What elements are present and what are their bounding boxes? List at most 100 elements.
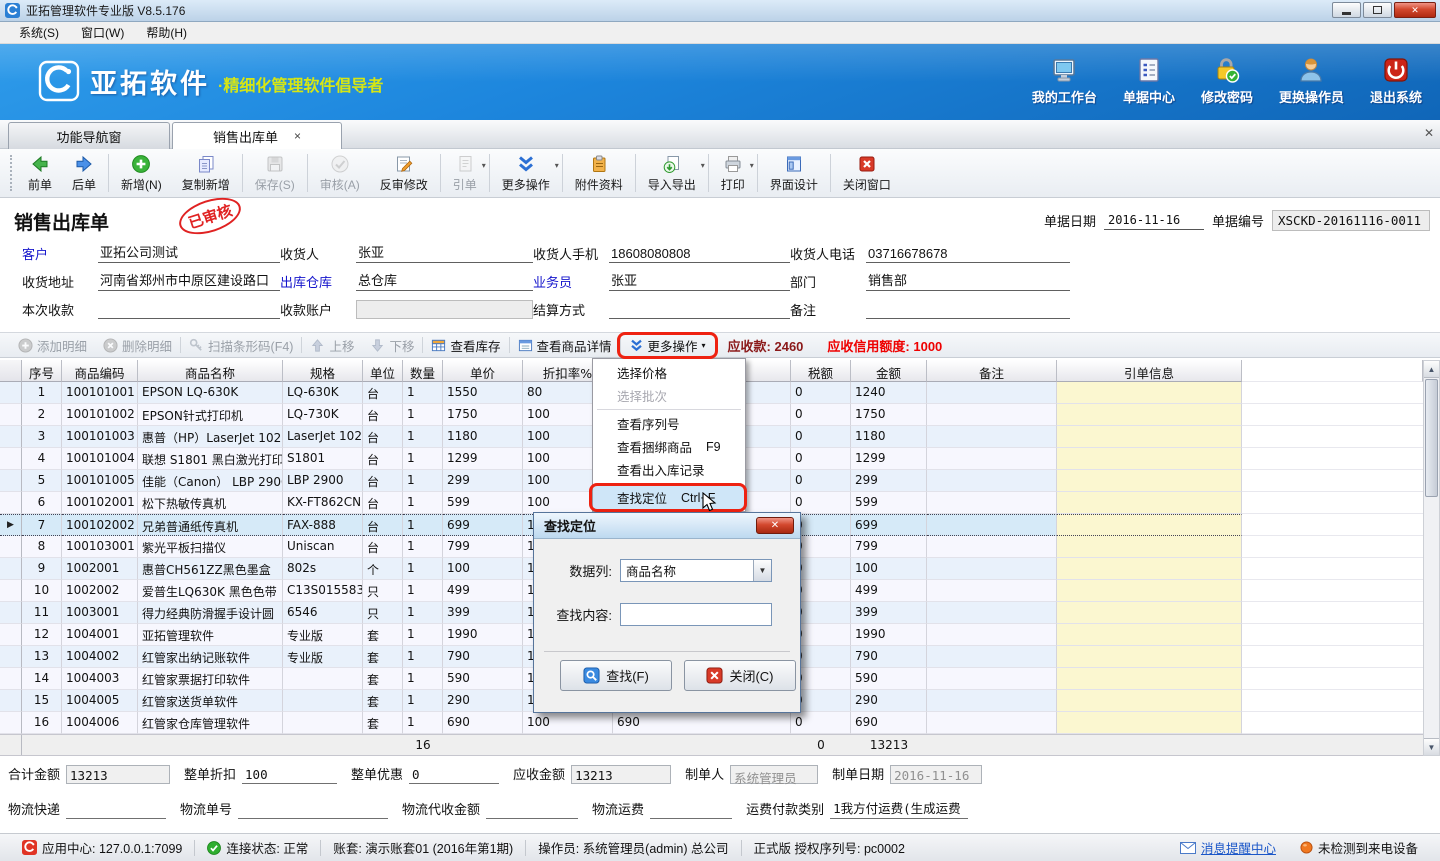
footer-field[interactable]: 100 bbox=[242, 767, 337, 784]
form-field-1-3[interactable]: 销售部 bbox=[866, 270, 1070, 291]
column-header-4[interactable]: 单位 bbox=[363, 360, 403, 382]
menu-item-5[interactable]: 查找定位Ctrl+F bbox=[593, 486, 745, 509]
menu-item-2[interactable]: 查看序列号 bbox=[593, 412, 745, 435]
form-field-1-0[interactable]: 河南省郑州市中原区建设路口 bbox=[98, 270, 280, 291]
footer-field[interactable] bbox=[238, 803, 388, 819]
dropdown-caret-icon[interactable]: ▾ bbox=[482, 161, 486, 170]
row-selector[interactable]: ▶ bbox=[0, 514, 22, 536]
menu-item-2[interactable]: 帮助(H) bbox=[137, 22, 196, 43]
form-label-1-2[interactable]: 业务员 bbox=[533, 272, 603, 291]
toolbar-closewin-button[interactable]: 关闭窗口 bbox=[833, 149, 901, 197]
row-selector[interactable] bbox=[0, 426, 22, 448]
form-label-0-0[interactable]: 客户 bbox=[22, 244, 92, 263]
detail-detail-button[interactable]: 查看商品详情 bbox=[510, 336, 620, 355]
row-selector[interactable] bbox=[0, 404, 22, 426]
footer-field[interactable]: 0 bbox=[409, 767, 499, 784]
menu-item-3[interactable]: 查看捆绑商品F9 bbox=[593, 435, 745, 458]
row-selector[interactable] bbox=[0, 712, 22, 734]
banner-action-0[interactable]: 我的工作台 bbox=[1032, 56, 1097, 106]
banner-action-2[interactable]: 修改密码 bbox=[1201, 56, 1253, 106]
footer-field[interactable] bbox=[650, 803, 732, 819]
row-selector[interactable] bbox=[0, 646, 22, 668]
table-scrollbar[interactable]: ▲ ▼ bbox=[1423, 360, 1440, 756]
footer-field[interactable]: 2016-11-16 bbox=[890, 765, 982, 784]
form-field-0-1[interactable]: 张亚 bbox=[356, 242, 533, 263]
find-button[interactable]: 查找(F) bbox=[560, 660, 672, 691]
dialog-close-button[interactable]: ✕ bbox=[756, 517, 794, 534]
column-header-11[interactable]: 备注 bbox=[927, 360, 1057, 382]
banner-action-1[interactable]: 单据中心 bbox=[1123, 56, 1175, 106]
toolbar-print-button[interactable]: 打印▾ bbox=[711, 149, 755, 197]
form-field-2-1[interactable] bbox=[356, 300, 533, 319]
footer-field[interactable]: 系统管理员 bbox=[730, 765, 818, 784]
detail-more-button[interactable]: 更多操作▾ bbox=[621, 336, 714, 355]
toolbar-attach-button[interactable]: 附件资料 bbox=[565, 149, 633, 197]
scroll-down-icon[interactable]: ▼ bbox=[1424, 738, 1439, 755]
banner-action-4[interactable]: 退出系统 bbox=[1370, 56, 1422, 106]
form-field-0-0[interactable]: 亚拓公司测试 bbox=[98, 242, 280, 263]
column-header-6[interactable]: 单价 bbox=[443, 360, 523, 382]
dropdown-caret-icon[interactable]: ▾ bbox=[750, 161, 754, 170]
menu-item-0[interactable]: 系统(S) bbox=[10, 22, 68, 43]
row-selector[interactable] bbox=[0, 492, 22, 514]
footer-field[interactable] bbox=[66, 803, 166, 819]
form-field-0-2[interactable]: 18608080808 bbox=[609, 246, 790, 263]
row-selector[interactable] bbox=[0, 536, 22, 558]
form-label-1-1[interactable]: 出库仓库 bbox=[280, 272, 350, 291]
column-header-0[interactable]: 序号 bbox=[22, 360, 62, 382]
row-selector[interactable] bbox=[0, 382, 22, 404]
row-selector[interactable] bbox=[0, 470, 22, 492]
form-field-1-2[interactable]: 张亚 bbox=[609, 270, 790, 291]
column-header-1[interactable]: 商品编码 bbox=[62, 360, 138, 382]
toolbar-uidesign-button[interactable]: 界面设计 bbox=[760, 149, 828, 197]
dialog-titlebar[interactable]: 查找定位 ✕ bbox=[534, 513, 800, 539]
dropdown-caret-icon[interactable]: ▾ bbox=[702, 341, 706, 350]
menu-item-0[interactable]: 选择价格 bbox=[593, 361, 745, 384]
tab-close-icon[interactable]: × bbox=[294, 129, 301, 143]
footer-field[interactable]: 13213 bbox=[66, 765, 170, 784]
menu-item-4[interactable]: 查看出入库记录 bbox=[593, 458, 745, 481]
row-selector[interactable] bbox=[0, 448, 22, 470]
column-header-2[interactable]: 商品名称 bbox=[138, 360, 283, 382]
dropdown-caret-icon[interactable]: ▾ bbox=[701, 161, 705, 170]
toolbar-add-button[interactable]: 新增(N) bbox=[111, 149, 172, 197]
row-selector[interactable] bbox=[0, 624, 22, 646]
form-field-0-3[interactable]: 03716678678 bbox=[866, 246, 1070, 263]
row-selector[interactable] bbox=[0, 558, 22, 580]
scroll-thumb[interactable] bbox=[1425, 379, 1438, 497]
footer-field[interactable]: 1我方付运费(生成运费 bbox=[830, 798, 968, 819]
row-selector[interactable] bbox=[0, 690, 22, 712]
minimize-button[interactable] bbox=[1332, 2, 1361, 18]
column-header-5[interactable]: 数量 bbox=[403, 360, 443, 382]
row-selector[interactable] bbox=[0, 580, 22, 602]
column-header-10[interactable]: 金额 bbox=[851, 360, 927, 382]
toolbar-more-button[interactable]: 更多操作▾ bbox=[492, 149, 560, 197]
find-content-input[interactable] bbox=[620, 603, 772, 626]
tabstrip-close-icon[interactable]: ✕ bbox=[1424, 126, 1434, 140]
toolbar-copyadd-button[interactable]: 复制新增 bbox=[172, 149, 240, 197]
table-row[interactable]: 161004006红管家仓库管理软件套16901006900690 bbox=[0, 712, 1423, 734]
dialog-close-action-button[interactable]: 关闭(C) bbox=[684, 660, 796, 691]
detail-stock-button[interactable]: 查看库存 bbox=[423, 336, 508, 355]
doc-date-field[interactable]: 2016-11-16 bbox=[1104, 212, 1204, 230]
toolbar-unaudit-button[interactable]: 反审修改 bbox=[370, 149, 438, 197]
toolbar-impexp-button[interactable]: 导入导出▾ bbox=[638, 149, 706, 197]
form-field-2-0[interactable] bbox=[98, 303, 280, 319]
restore-button[interactable] bbox=[1363, 2, 1392, 18]
message-center-link[interactable]: 消息提醒中心 bbox=[1168, 838, 1288, 857]
column-header-12[interactable]: 引单信息 bbox=[1057, 360, 1242, 382]
banner-action-3[interactable]: 更换操作员 bbox=[1279, 56, 1344, 106]
scroll-up-icon[interactable]: ▲ bbox=[1424, 361, 1439, 378]
menu-item-1[interactable]: 窗口(W) bbox=[72, 22, 133, 43]
toolbar-prev-button[interactable]: 前单 bbox=[18, 149, 62, 197]
form-field-2-2[interactable] bbox=[609, 303, 790, 319]
toolbar-next-button[interactable]: 后单 bbox=[62, 149, 106, 197]
column-header-3[interactable]: 规格 bbox=[283, 360, 363, 382]
data-column-select[interactable]: 商品名称 ▼ bbox=[620, 559, 772, 582]
form-field-2-3[interactable] bbox=[866, 303, 1070, 319]
footer-field[interactable] bbox=[486, 803, 578, 819]
form-field-1-1[interactable]: 总仓库 bbox=[356, 270, 533, 291]
tab-sales-outbound[interactable]: 销售出库单 × bbox=[172, 122, 342, 149]
footer-field[interactable]: 13213 bbox=[571, 765, 671, 784]
row-selector[interactable] bbox=[0, 668, 22, 690]
